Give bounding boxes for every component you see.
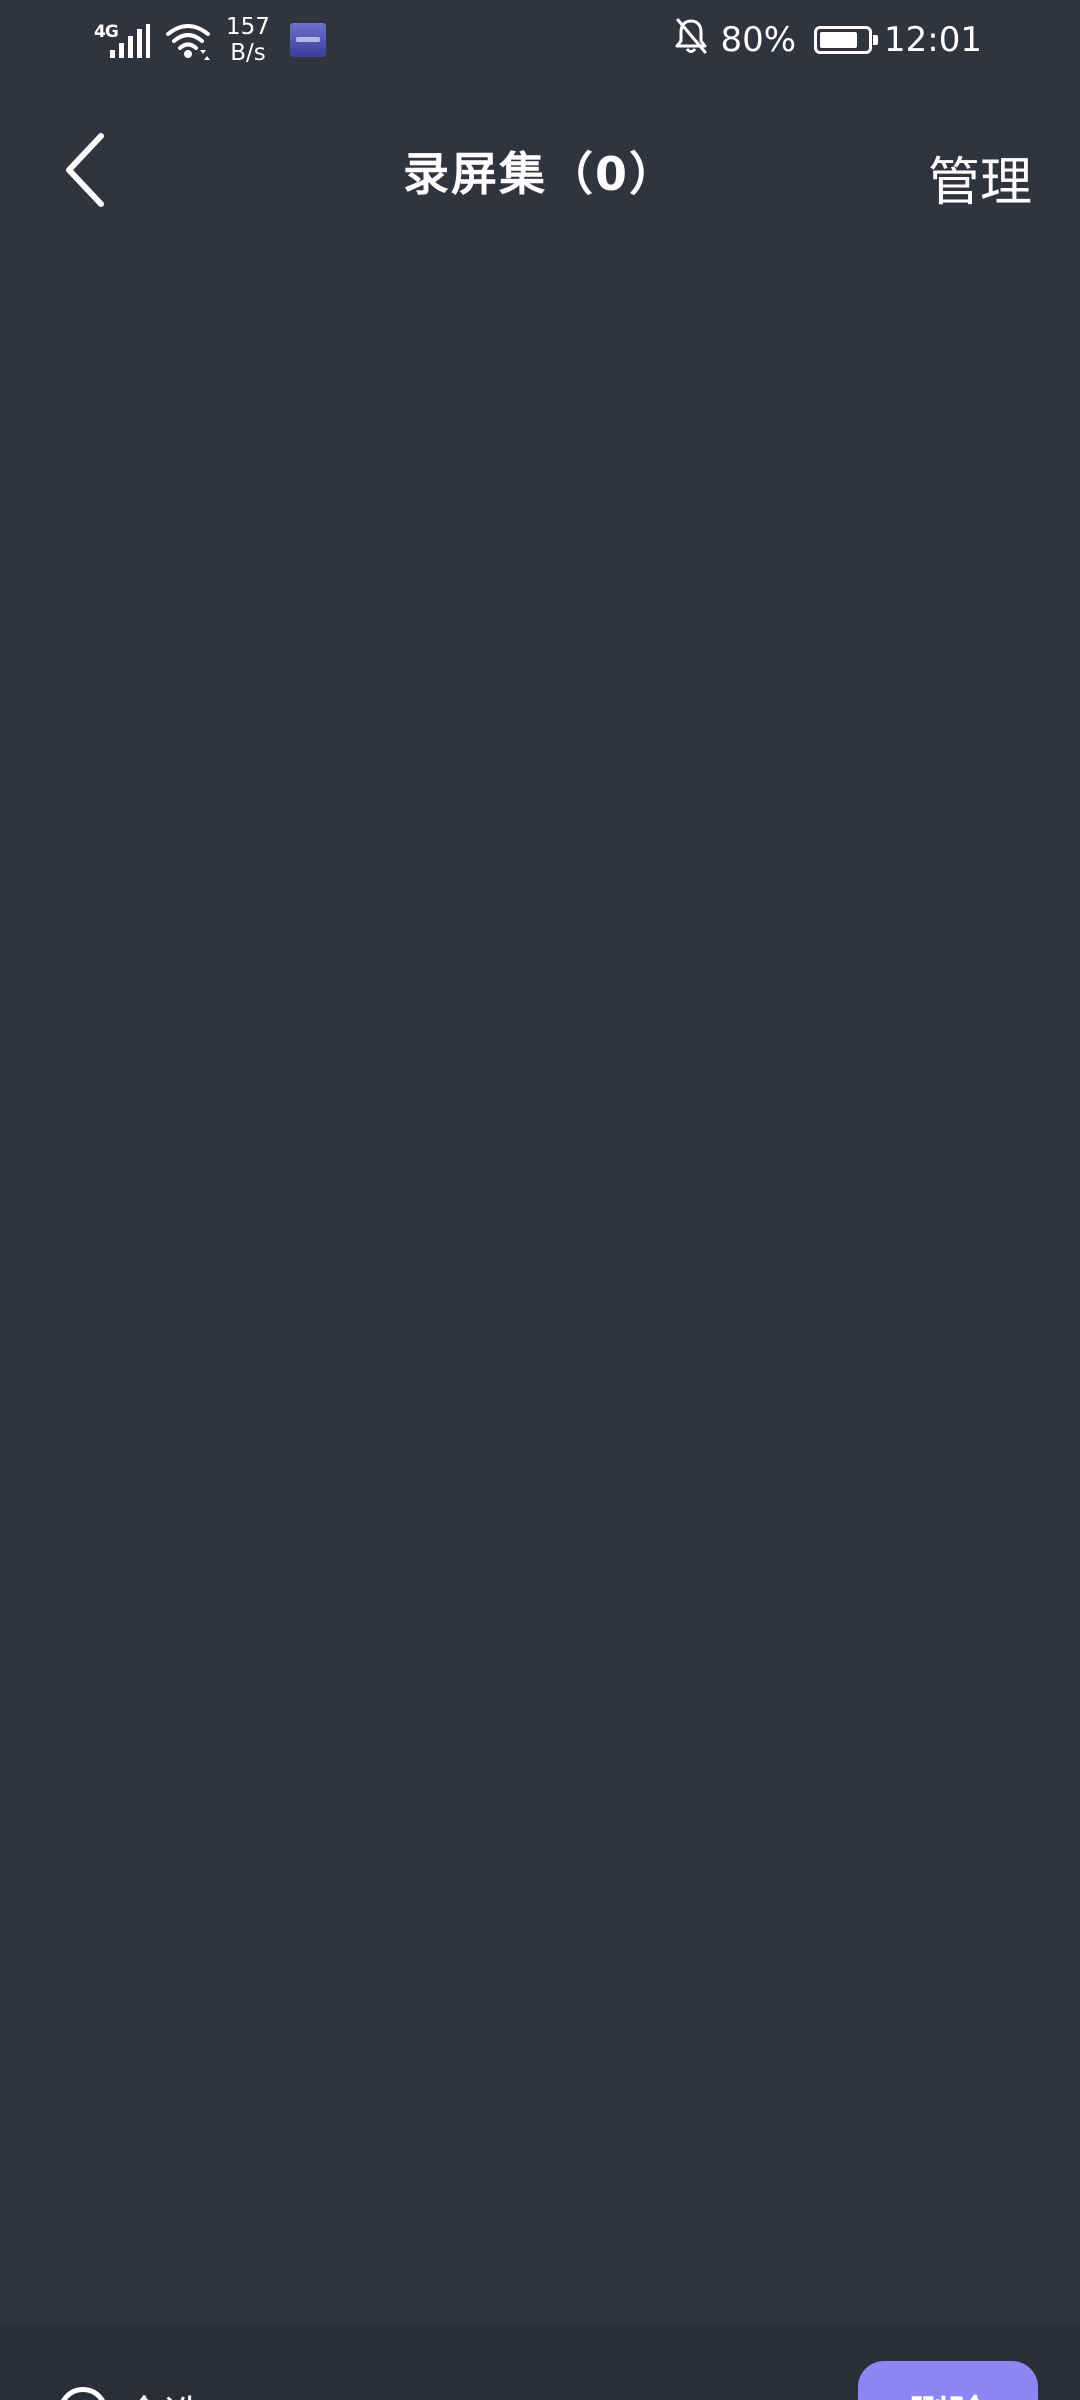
screen-recordings-page: 4G 157 B/s 80% 12:01 录屏集（0） 管理 bbox=[0, 0, 1080, 2400]
battery-cap bbox=[873, 35, 879, 45]
manage-button[interactable]: 管理 bbox=[928, 140, 1032, 215]
select-all-toggle[interactable]: 全选 bbox=[58, 2383, 204, 2400]
status-bar-left: 4G 157 B/s bbox=[92, 10, 326, 70]
select-all-label: 全选 bbox=[124, 2383, 204, 2400]
network-speed: 157 B/s bbox=[226, 14, 270, 66]
battery-level-fill bbox=[820, 32, 857, 48]
cellular-signal: 4G bbox=[92, 16, 154, 64]
selected-count-text: 已选择0个视频 bbox=[412, 2389, 677, 2400]
signal-bars-icon bbox=[110, 24, 150, 58]
battery-percent: 80% bbox=[720, 20, 797, 60]
network-speed-unit: B/s bbox=[230, 40, 266, 66]
status-bar: 4G 157 B/s 80% 12:01 bbox=[0, 0, 1080, 80]
battery-icon bbox=[814, 26, 879, 54]
delete-button[interactable]: 删除 bbox=[858, 2361, 1038, 2400]
bottom-action-bar: 全选 已选择0个视频 删除 bbox=[0, 2327, 1080, 2400]
wifi-icon bbox=[164, 16, 212, 64]
select-all-radio[interactable] bbox=[58, 2387, 108, 2400]
clock: 12:01 bbox=[884, 20, 982, 60]
app-notification-icon bbox=[289, 23, 326, 57]
status-bar-right: 80% 12:01 bbox=[674, 10, 982, 70]
recordings-list bbox=[0, 230, 1080, 2327]
app-header: 录屏集（0） 管理 bbox=[0, 120, 1080, 220]
network-speed-value: 157 bbox=[226, 14, 270, 40]
bell-off-icon bbox=[674, 17, 708, 64]
page-title: 录屏集（0） bbox=[402, 147, 677, 201]
